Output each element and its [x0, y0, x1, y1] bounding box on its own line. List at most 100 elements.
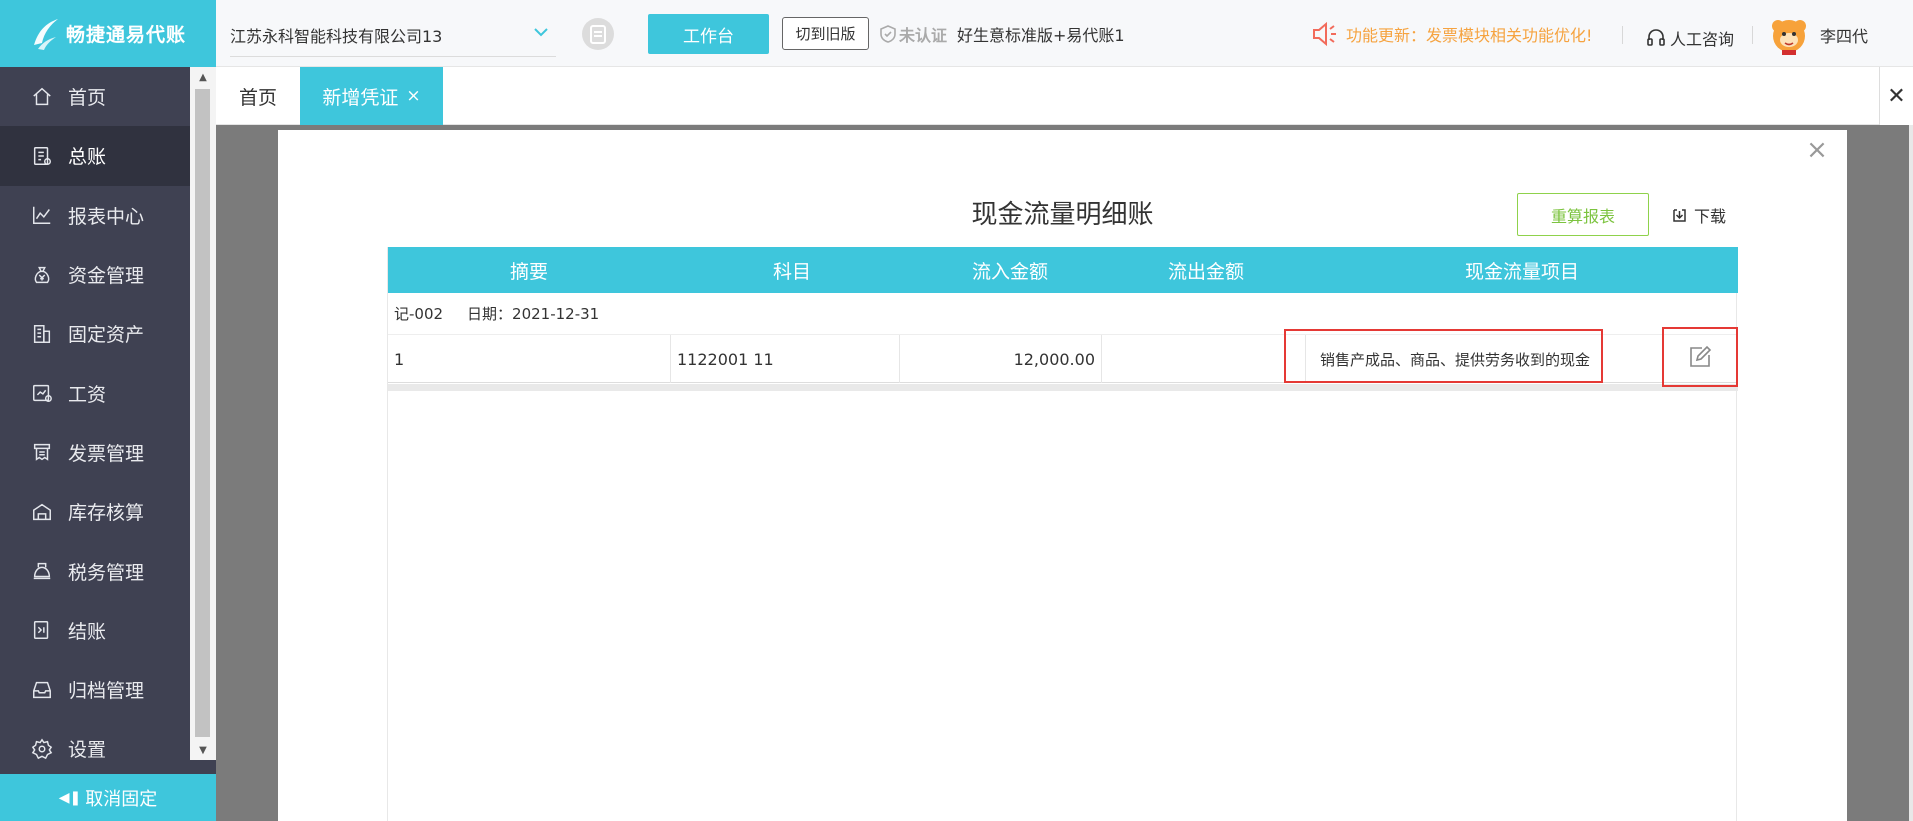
- divider: [1622, 26, 1623, 44]
- switch-old-version-button[interactable]: 切到旧版: [782, 17, 869, 50]
- home-icon: [30, 85, 54, 109]
- sidebar-menu: 首页 总账 报表中心 资金管理 固定资产 工资 发票管理 库存核算 税务管理 结…: [0, 67, 190, 760]
- close-all-tabs-icon[interactable]: ✕: [1879, 67, 1913, 125]
- app-logo[interactable]: 畅捷通易代账: [0, 0, 216, 67]
- unpin-label: 取消固定: [85, 788, 158, 810]
- divider: [1752, 26, 1753, 44]
- cell-summary: 1: [388, 335, 671, 383]
- recalculate-report-button[interactable]: 重算报表: [1517, 193, 1649, 236]
- sidebar-item-label: 资金管理: [68, 265, 145, 288]
- sidebar-item-label: 结账: [68, 620, 107, 643]
- sidebar-item-label: 固定资产: [68, 324, 145, 347]
- column-header-summary: 摘要: [509, 260, 548, 283]
- sidebar-item-reports[interactable]: 报表中心: [0, 186, 190, 245]
- download-button[interactable]: 下载: [1671, 203, 1726, 227]
- gear-icon: [30, 737, 54, 760]
- sidebar-item-invoices[interactable]: 发票管理: [0, 423, 190, 482]
- sidebar-item-label: 报表中心: [68, 205, 145, 228]
- sidebar: 首页 总账 报表中心 资金管理 固定资产 工资 发票管理 库存核算 税务管理 结…: [0, 67, 216, 774]
- sidebar-item-home[interactable]: 首页: [0, 67, 190, 126]
- tab-label: 首页: [238, 86, 277, 109]
- invoice-icon: [30, 440, 54, 464]
- sidebar-item-label: 归档管理: [68, 680, 145, 703]
- download-label: 下载: [1694, 207, 1727, 226]
- logo-icon: [34, 18, 58, 50]
- sidebar-item-ledger[interactable]: 总账: [0, 126, 190, 186]
- tab-home[interactable]: 首页: [216, 67, 300, 125]
- building-icon: [30, 322, 54, 346]
- tab-close-icon[interactable]: ×: [406, 86, 420, 106]
- unpin-sidebar-button[interactable]: ◀❚ 取消固定: [0, 774, 216, 821]
- user-menu[interactable]: 李四代: [1768, 14, 1868, 56]
- company-name: 江苏永科智能科技有限公司13: [230, 26, 443, 46]
- archive-icon: [30, 678, 54, 702]
- cell-outflow: [1102, 335, 1306, 383]
- sidebar-item-tax[interactable]: 税务管理: [0, 541, 190, 600]
- scrollbar-thumb[interactable]: [195, 89, 210, 737]
- sidebar-item-archive[interactable]: 归档管理: [0, 660, 190, 719]
- chart-icon: [30, 203, 54, 227]
- cashflow-item-highlight: [1284, 329, 1603, 383]
- sidebar-item-label: 首页: [68, 87, 107, 110]
- sidebar-item-settings[interactable]: 设置: [0, 719, 190, 760]
- cashflow-detail-modal: × 现金流量明细账 重算报表 下载 摘要 科目 流入金额 流出金额 现金流量项目…: [278, 130, 1847, 821]
- sidebar-item-inventory[interactable]: 库存核算: [0, 482, 190, 541]
- voucher-number: 记-002: [394, 305, 444, 323]
- sidebar-item-label: 库存核算: [68, 502, 145, 525]
- checkout-icon: [30, 618, 54, 642]
- calendar-icon[interactable]: [580, 16, 616, 52]
- money-bag-icon: [30, 263, 54, 287]
- tax-icon: [30, 559, 54, 583]
- download-icon: [1673, 208, 1686, 222]
- cashflow-table: 摘要 科目 流入金额 流出金额 现金流量项目 记-002 日期：2021-12-…: [387, 247, 1738, 821]
- topbar: 江苏永科智能科技有限公司13 工作台 切到旧版 未认证 好生意标准版+易代账1 …: [216, 0, 1913, 67]
- notice-text: 功能更新：发票模块相关功能优化!: [1346, 26, 1593, 45]
- tab-label: 新增凭证: [322, 86, 399, 109]
- table-header: 摘要 科目 流入金额 流出金额 现金流量项目: [388, 247, 1738, 293]
- edit-cashflow-item-button[interactable]: [1662, 327, 1738, 387]
- certification-info[interactable]: 未认证 好生意标准版+易代账1: [880, 22, 1125, 46]
- tab-bar: 首页 新增凭证 × ✕: [216, 67, 1913, 125]
- sidebar-item-label: 发票管理: [68, 442, 145, 465]
- column-header-account: 科目: [772, 260, 811, 283]
- consult-label: 人工咨询: [1670, 30, 1735, 49]
- sidebar-item-label: 工资: [68, 383, 107, 406]
- cell-inflow: 12,000.00: [900, 335, 1102, 383]
- app-name: 畅捷通易代账: [66, 24, 187, 46]
- avatar: [1772, 20, 1806, 55]
- sidebar-item-label: 设置: [68, 739, 107, 760]
- edition-label: 好生意标准版+易代账1: [957, 26, 1125, 45]
- headset-icon: [1647, 29, 1665, 46]
- column-header-inflow: 流入金额: [971, 260, 1048, 283]
- user-name: 李四代: [1820, 27, 1869, 46]
- cell-account: 1122001 11: [671, 335, 900, 383]
- column-header-outflow: 流出金额: [1167, 260, 1244, 283]
- sidebar-item-payroll[interactable]: 工资: [0, 363, 190, 422]
- sidebar-item-checkout[interactable]: 结账: [0, 601, 190, 660]
- sidebar-item-funds[interactable]: 资金管理: [0, 245, 190, 304]
- column-header-cashflow-item: 现金流量项目: [1464, 260, 1579, 283]
- company-selector[interactable]: 江苏永科智能科技有限公司13: [230, 13, 556, 57]
- sidebar-scrollbar[interactable]: ▲ ▼: [190, 67, 216, 760]
- voucher-date: 日期：2021-12-31: [467, 305, 600, 323]
- cert-status: 未认证: [899, 26, 948, 45]
- tab-new-voucher[interactable]: 新增凭证 ×: [300, 67, 443, 125]
- payroll-icon: [30, 381, 54, 405]
- feature-update-notice[interactable]: 功能更新：发票模块相关功能优化!: [1310, 20, 1592, 48]
- right-gutter: [1909, 125, 1913, 821]
- scroll-up-arrow-icon[interactable]: ▲: [190, 67, 216, 87]
- chevron-down-icon: [532, 23, 550, 41]
- speaker-icon: [1313, 21, 1336, 47]
- sidebar-item-label: 税务管理: [68, 561, 145, 584]
- consult-button[interactable]: 人工咨询: [1646, 26, 1734, 50]
- sidebar-item-label: 总账: [68, 146, 107, 169]
- edit-icon: [1690, 345, 1712, 367]
- workbench-button[interactable]: 工作台: [648, 14, 769, 54]
- collapse-icon: ◀❚: [58, 789, 82, 806]
- ledger-icon: [30, 144, 54, 168]
- scroll-down-arrow-icon[interactable]: ▼: [190, 740, 216, 760]
- close-icon[interactable]: ×: [1805, 135, 1829, 165]
- row-divider: [388, 384, 1738, 391]
- sidebar-item-fixed-assets[interactable]: 固定资产: [0, 304, 190, 363]
- warehouse-icon: [30, 500, 54, 524]
